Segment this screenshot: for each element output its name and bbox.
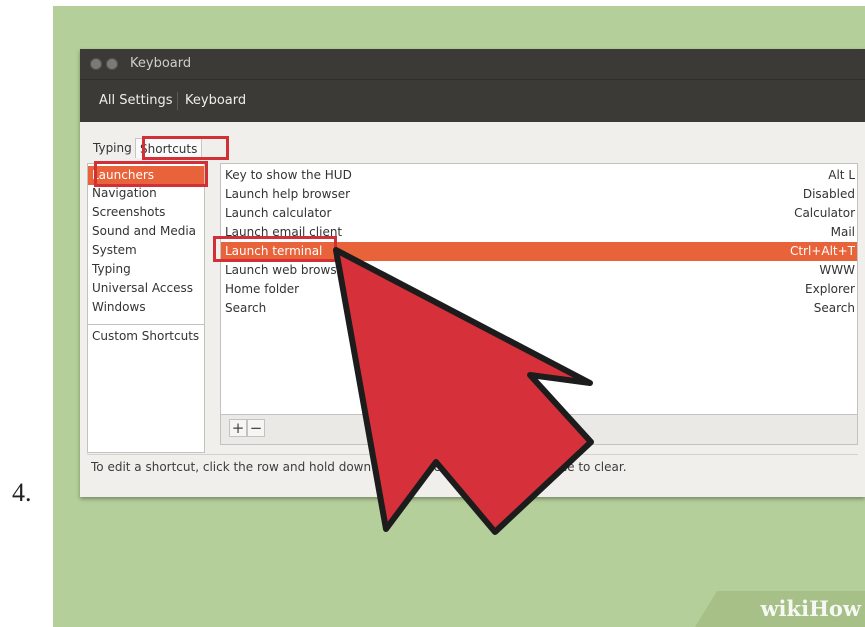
watermark-part2: How [809, 596, 861, 621]
wikihow-watermark: wikiHow [695, 591, 865, 627]
watermark-part1: wiki [760, 596, 810, 621]
illustration-panel: Keyboard All Settings Keyboard Typing Sh… [53, 6, 865, 627]
step-number: 4. [12, 478, 32, 507]
watermark-text: wikiHow [760, 596, 861, 621]
pointer-arrow-icon [333, 247, 594, 535]
